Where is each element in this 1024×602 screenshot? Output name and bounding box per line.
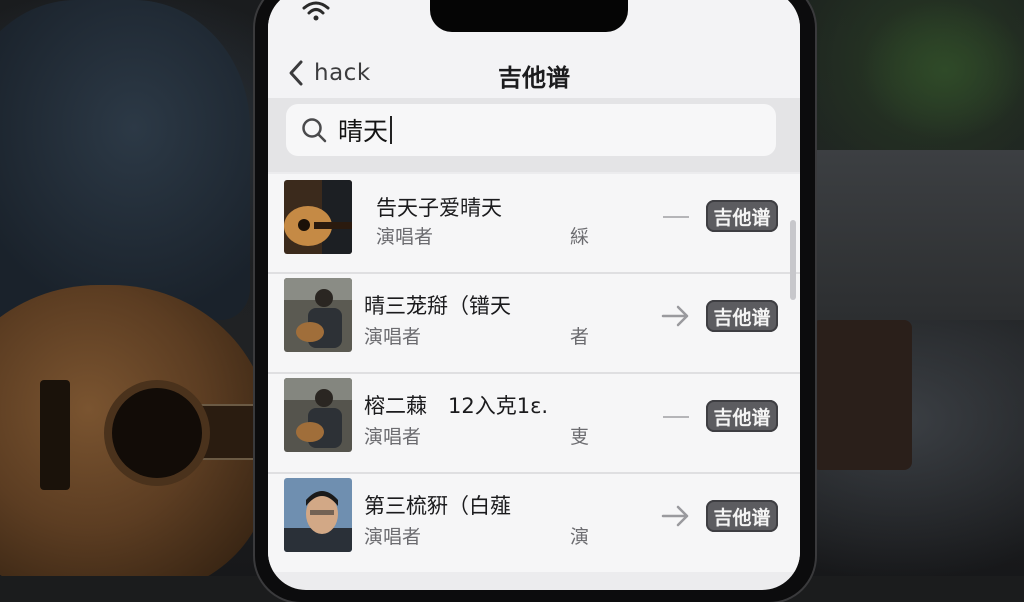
list-item[interactable]: 榕二蕀 12入克1ɛ. 演唱者 叓 吉他谱 [268, 374, 800, 472]
search-input[interactable]: 晴天 [286, 104, 776, 156]
song-thumbnail [284, 180, 352, 254]
background-amp [812, 320, 912, 470]
tab-type-badge[interactable]: 吉他谱 [706, 400, 778, 432]
dash-icon [663, 216, 689, 218]
singer-label: 演唱者 [364, 426, 422, 448]
search-query: 晴天 [338, 117, 389, 146]
song-title: 第三梳豣（白薤 [364, 494, 511, 518]
singer-label: 演唱者 [376, 226, 434, 248]
scrollbar[interactable] [790, 220, 796, 300]
guitar-bridge [40, 380, 70, 490]
wifi-icon [302, 1, 330, 21]
list-item[interactable]: 晴三茏搿（镨天 演唱者 者 吉他谱 [268, 274, 800, 372]
guitar-soundhole [112, 388, 202, 478]
phone-notch [430, 0, 628, 32]
list-item[interactable]: 告天子爱晴天 演唱者 綵 吉他谱 [268, 174, 800, 272]
song-thumbnail [284, 278, 352, 352]
row-meta: 叓 [570, 426, 590, 448]
dash-icon [663, 416, 689, 418]
background-person [0, 0, 250, 320]
singer-label: 演唱者 [364, 526, 422, 548]
song-title: 晴三茏搿（镨天 [364, 294, 511, 318]
row-meta: 演 [570, 526, 590, 548]
list-item[interactable]: 第三梳豣（白薤 演唱者 演 吉他谱 [268, 474, 800, 572]
singer-label: 演唱者 [364, 326, 422, 348]
song-title: 榕二蕀 12入克1ɛ. [364, 394, 549, 418]
background-plant [860, 0, 1024, 140]
tab-type-badge[interactable]: 吉他谱 [706, 300, 778, 332]
row-meta: 者 [570, 326, 590, 348]
song-thumbnail [284, 478, 352, 552]
phone-screen: hack 吉他谱 晴天 告天子爱晴天 演唱者 綵 吉他谱 晴三茏搿（镨天 演唱者… [268, 0, 800, 590]
text-caret [390, 116, 393, 144]
song-title: 告天子爱晴天 [376, 196, 502, 220]
row-meta: 綵 [570, 226, 590, 248]
song-thumbnail [284, 378, 352, 452]
tab-type-badge[interactable]: 吉他谱 [706, 200, 778, 232]
tab-type-badge[interactable]: 吉他谱 [706, 500, 778, 532]
background-wall [812, 150, 1024, 320]
page-title: 吉他谱 [498, 64, 570, 92]
search-icon [302, 118, 327, 143]
arrow-right-icon [661, 505, 689, 527]
arrow-right-icon [661, 305, 689, 327]
